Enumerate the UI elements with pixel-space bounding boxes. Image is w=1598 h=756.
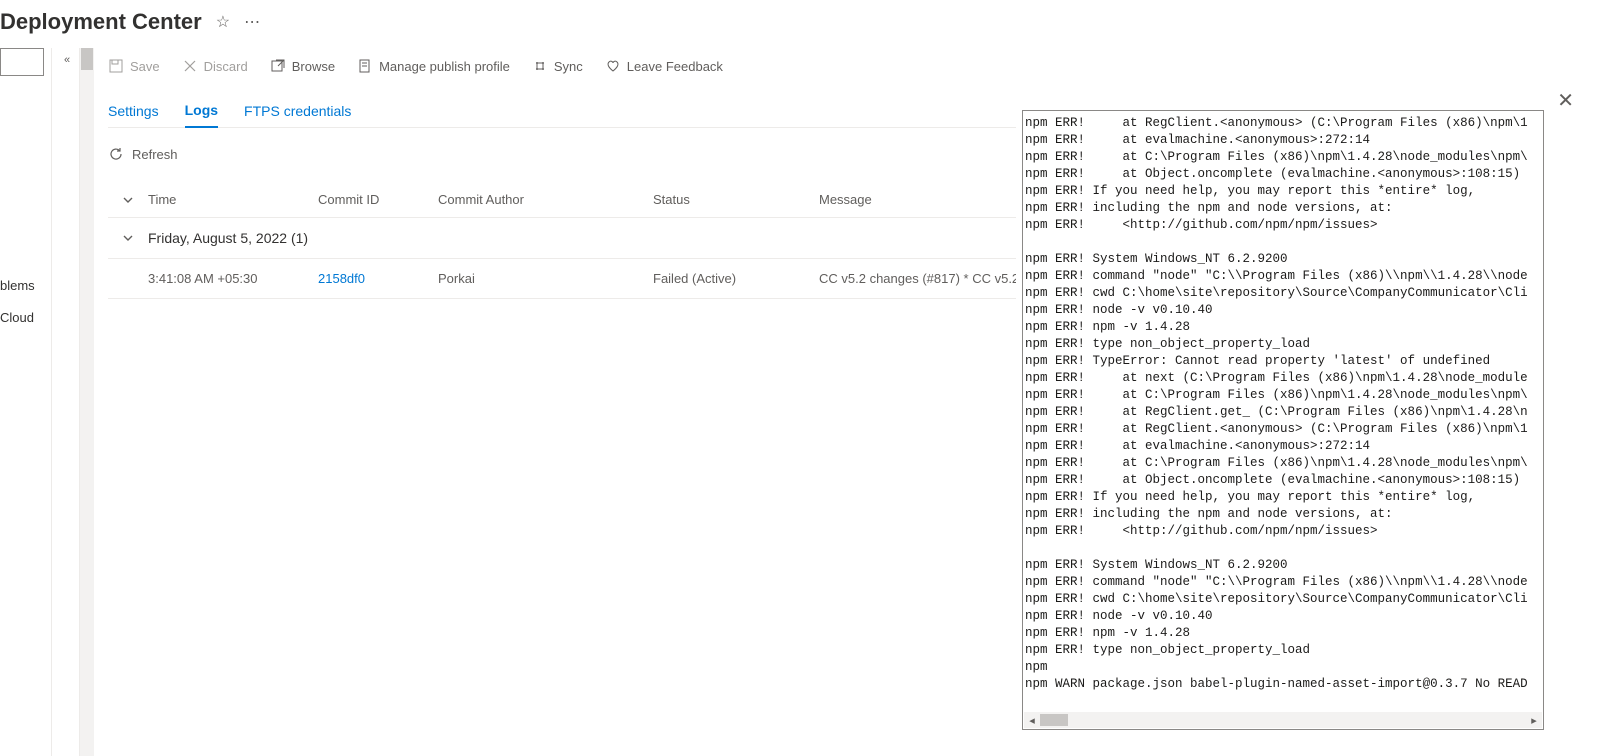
scrollbar-track[interactable] — [1040, 712, 1526, 728]
sync-label: Sync — [554, 59, 583, 74]
tab-settings[interactable]: Settings — [108, 95, 159, 127]
collapse-panel-button[interactable]: « — [52, 48, 80, 756]
save-label: Save — [130, 59, 160, 74]
discard-button: Discard — [182, 58, 248, 74]
browse-label: Browse — [292, 59, 335, 74]
browse-button[interactable]: Browse — [270, 58, 335, 74]
left-vertical-scrollbar[interactable] — [80, 48, 94, 756]
sync-icon — [532, 58, 548, 74]
log-text: npm ERR! at RegClient.<anonymous> (C:\Pr… — [1023, 111, 1543, 697]
chevron-down-icon — [122, 194, 134, 206]
refresh-label: Refresh — [132, 147, 178, 162]
tab-logs[interactable]: Logs — [185, 94, 218, 128]
col-commit-id[interactable]: Commit ID — [318, 192, 438, 207]
cell-author: Porkai — [438, 271, 653, 286]
cell-status: Failed (Active) — [653, 271, 819, 286]
log-output-box[interactable]: npm ERR! at RegClient.<anonymous> (C:\Pr… — [1022, 110, 1544, 730]
sync-button[interactable]: Sync — [532, 58, 583, 74]
scroll-left-arrow-icon[interactable]: ◂ — [1024, 714, 1040, 727]
expand-all-chevron[interactable] — [108, 194, 148, 206]
left-search-input[interactable] — [0, 48, 44, 76]
scroll-right-arrow-icon[interactable]: ▸ — [1526, 714, 1542, 727]
log-horizontal-scrollbar[interactable]: ◂ ▸ — [1024, 712, 1542, 728]
leave-feedback-button[interactable]: Leave Feedback — [605, 58, 723, 74]
feedback-label: Leave Feedback — [627, 59, 723, 74]
manage-label: Manage publish profile — [379, 59, 510, 74]
col-commit-author[interactable]: Commit Author — [438, 192, 653, 207]
command-bar: Save Discard Browse Manage publish profi… — [108, 48, 1586, 88]
cell-time: 3:41:08 AM +05:30 — [148, 271, 318, 286]
nav-item-cloud[interactable]: Cloud — [0, 306, 34, 329]
page-title: Deployment Center — [0, 9, 202, 35]
scrollbar-thumb[interactable] — [81, 48, 93, 70]
nav-item-problems[interactable]: blems — [0, 274, 35, 297]
col-status[interactable]: Status — [653, 192, 819, 207]
browse-icon — [270, 58, 286, 74]
save-icon — [108, 58, 124, 74]
save-button: Save — [108, 58, 160, 74]
scrollbar-thumb[interactable] — [1040, 714, 1068, 726]
tab-ftps-credentials[interactable]: FTPS credentials — [244, 95, 351, 127]
group-label: Friday, August 5, 2022 (1) — [148, 230, 308, 246]
close-icon[interactable]: ✕ — [1557, 88, 1574, 113]
manage-publish-profile-button[interactable]: Manage publish profile — [357, 58, 510, 74]
manage-profile-icon — [357, 58, 373, 74]
discard-icon — [182, 58, 198, 74]
favorite-star-icon[interactable]: ☆ — [216, 12, 230, 32]
discard-label: Discard — [204, 59, 248, 74]
col-time[interactable]: Time — [148, 192, 318, 207]
chevron-down-icon — [122, 232, 134, 244]
refresh-icon — [108, 146, 124, 162]
heart-icon — [605, 58, 621, 74]
more-ellipsis-icon[interactable]: ⋯ — [244, 12, 260, 32]
chevron-left-double-icon: « — [64, 54, 67, 756]
commit-id-link[interactable]: 2158df0 — [318, 271, 365, 286]
left-nav-strip: blems Cloud — [0, 48, 52, 756]
log-panel: ✕ npm ERR! at RegClient.<anonymous> (C:\… — [1016, 92, 1598, 756]
